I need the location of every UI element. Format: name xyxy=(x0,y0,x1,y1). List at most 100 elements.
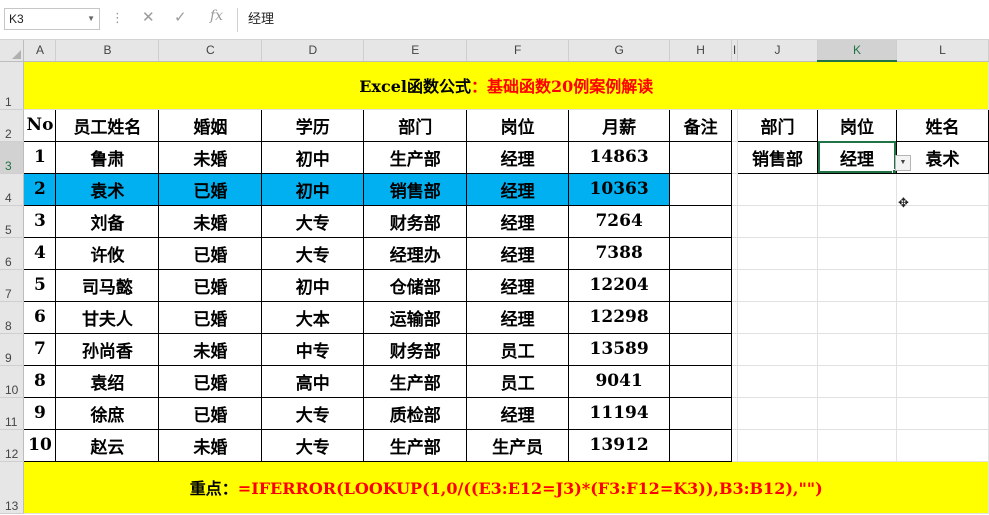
table-cell[interactable]: 未婚 xyxy=(158,332,263,366)
table-cell[interactable]: 13589 xyxy=(568,332,671,366)
cell[interactable] xyxy=(896,301,989,334)
table-cell[interactable]: 大专 xyxy=(261,204,365,238)
table-cell[interactable] xyxy=(669,428,733,462)
table-cell[interactable]: 员工 xyxy=(466,332,570,366)
table-cell[interactable]: 经理办 xyxy=(363,236,468,270)
table-header[interactable]: 岗位 xyxy=(466,108,570,142)
table-cell[interactable]: 3 xyxy=(23,204,57,238)
row-header[interactable]: 1 xyxy=(0,61,25,110)
table-cell[interactable]: 经理 xyxy=(466,396,570,430)
table-cell[interactable]: 13912 xyxy=(568,428,671,462)
column-header[interactable]: L xyxy=(896,40,989,62)
cell[interactable] xyxy=(737,205,819,238)
lookup-position-cell-selected[interactable]: 经理 xyxy=(817,140,897,174)
row-header[interactable]: 4 xyxy=(0,173,25,206)
formula-note-banner[interactable]: 重点：=IFERROR(LOOKUP(1,0/((E3:E12=J3)*(F3:… xyxy=(23,461,989,514)
table-cell[interactable]: 9041 xyxy=(568,364,671,398)
table-header[interactable]: No xyxy=(23,108,57,142)
lookup-dept-cell[interactable]: 销售部 xyxy=(737,140,819,174)
table-cell[interactable]: 刘备 xyxy=(55,204,160,238)
table-cell[interactable]: 未婚 xyxy=(158,204,263,238)
cell[interactable] xyxy=(896,237,989,270)
table-cell[interactable]: 生产部 xyxy=(363,428,468,462)
row-header[interactable]: 10 xyxy=(0,365,25,398)
column-header[interactable]: B xyxy=(55,40,160,62)
title-banner[interactable]: Excel函数公式：基础函数20例案例解读 xyxy=(23,61,989,110)
table-cell[interactable]: 运输部 xyxy=(363,300,468,334)
table-cell[interactable]: 8 xyxy=(23,364,57,398)
cell[interactable] xyxy=(737,237,819,270)
table-cell-highlighted[interactable]: 10363 xyxy=(568,172,671,206)
table-cell[interactable]: 经理 xyxy=(466,268,570,302)
cell[interactable] xyxy=(896,365,989,398)
table-cell[interactable]: 12204 xyxy=(568,268,671,302)
column-header[interactable]: G xyxy=(568,40,671,62)
table-cell[interactable]: 已婚 xyxy=(158,364,263,398)
table-cell[interactable]: 初中 xyxy=(261,268,365,302)
table-cell[interactable]: 质检部 xyxy=(363,396,468,430)
table-cell[interactable]: 仓储部 xyxy=(363,268,468,302)
table-cell[interactable]: 财务部 xyxy=(363,204,468,238)
cell[interactable] xyxy=(817,365,897,398)
table-cell[interactable]: 已婚 xyxy=(158,396,263,430)
table-cell[interactable]: 许攸 xyxy=(55,236,160,270)
row-header[interactable]: 7 xyxy=(0,269,25,302)
table-header[interactable]: 备注 xyxy=(669,108,733,142)
table-cell-highlighted[interactable]: 袁术 xyxy=(55,172,160,206)
row-header[interactable]: 13 xyxy=(0,461,25,514)
row-header[interactable]: 12 xyxy=(0,429,25,462)
cell[interactable] xyxy=(817,429,897,462)
table-cell[interactable] xyxy=(669,236,733,270)
row-header[interactable]: 8 xyxy=(0,301,25,334)
table-cell[interactable]: 徐庶 xyxy=(55,396,160,430)
cell[interactable] xyxy=(737,397,819,430)
cell[interactable] xyxy=(896,429,989,462)
table-cell[interactable]: 7 xyxy=(23,332,57,366)
table-cell-highlighted[interactable]: 经理 xyxy=(466,172,570,206)
table-header[interactable]: 月薪 xyxy=(568,108,671,142)
table-header[interactable]: 学历 xyxy=(261,108,365,142)
name-box-dropdown-icon[interactable]: ▼ xyxy=(87,9,95,29)
column-header[interactable]: F xyxy=(466,40,570,62)
row-header[interactable]: 6 xyxy=(0,237,25,270)
table-cell[interactable]: 中专 xyxy=(261,332,365,366)
column-header[interactable]: D xyxy=(261,40,365,62)
table-cell[interactable]: 经理 xyxy=(466,236,570,270)
table-cell[interactable]: 初中 xyxy=(261,140,365,174)
cell[interactable] xyxy=(817,333,897,366)
table-cell[interactable]: 经理 xyxy=(466,140,570,174)
table-cell[interactable]: 高中 xyxy=(261,364,365,398)
table-cell[interactable] xyxy=(669,332,733,366)
table-cell-highlighted[interactable]: 销售部 xyxy=(363,172,468,206)
cell[interactable] xyxy=(817,205,897,238)
table-cell[interactable]: 已婚 xyxy=(158,268,263,302)
table-cell[interactable]: 7264 xyxy=(568,204,671,238)
table-cell[interactable] xyxy=(669,140,733,174)
row-header[interactable]: 9 xyxy=(0,333,25,366)
table-cell[interactable] xyxy=(669,268,733,302)
table-cell[interactable]: 1 xyxy=(23,140,57,174)
cell[interactable] xyxy=(896,205,989,238)
cell[interactable] xyxy=(896,397,989,430)
column-header[interactable]: J xyxy=(737,40,819,62)
table-header[interactable]: 部门 xyxy=(363,108,468,142)
table-cell[interactable]: 经理 xyxy=(466,300,570,334)
table-cell[interactable] xyxy=(669,364,733,398)
lookup-header[interactable]: 部门 xyxy=(737,108,819,142)
table-cell[interactable]: 5 xyxy=(23,268,57,302)
table-cell[interactable]: 财务部 xyxy=(363,332,468,366)
table-cell[interactable]: 赵云 xyxy=(55,428,160,462)
cell[interactable] xyxy=(896,333,989,366)
table-cell[interactable]: 10 xyxy=(23,428,57,462)
table-cell[interactable]: 生产部 xyxy=(363,364,468,398)
table-cell[interactable]: 孙尚香 xyxy=(55,332,160,366)
column-header[interactable]: E xyxy=(363,40,468,62)
cell[interactable] xyxy=(817,301,897,334)
table-cell[interactable]: 12298 xyxy=(568,300,671,334)
table-cell-highlighted[interactable]: 初中 xyxy=(261,172,365,206)
confirm-icon[interactable]: ✓ xyxy=(174,8,187,26)
cell[interactable] xyxy=(737,173,819,206)
table-cell[interactable] xyxy=(669,300,733,334)
table-header[interactable]: 婚姻 xyxy=(158,108,263,142)
cell[interactable] xyxy=(737,333,819,366)
